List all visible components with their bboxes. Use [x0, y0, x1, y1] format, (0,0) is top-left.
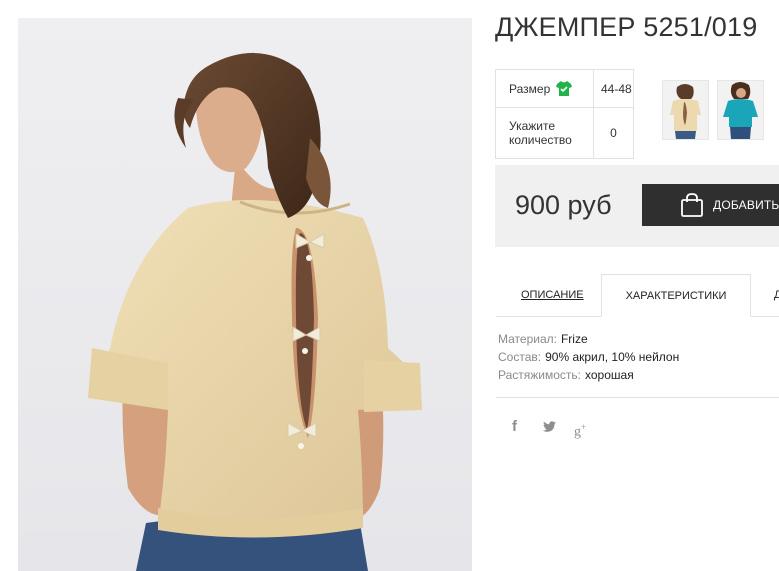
google-plus-icon[interactable]: g+: [574, 418, 590, 440]
spec-row-composition: Состав: 90% акрил, 10% нейлон: [498, 348, 679, 366]
thumbnail-back-view[interactable]: [662, 80, 709, 140]
divider: [496, 397, 779, 398]
size-label: Размер: [509, 81, 551, 96]
quantity-field[interactable]: 0: [593, 107, 634, 159]
product-main-image[interactable]: [18, 18, 472, 571]
size-chart-icon[interactable]: [556, 81, 573, 96]
product-photo-illustration: [18, 18, 472, 571]
tab-description[interactable]: ОПИСАНИЕ: [521, 274, 584, 316]
spec-key: Состав:: [498, 350, 542, 364]
spec-key: Растяжимость:: [498, 368, 582, 382]
size-label-cell: Размер: [495, 69, 594, 108]
product-price: 900 руб: [515, 190, 612, 220]
product-options-table: Размер 44-48 Укажите количество 0: [495, 69, 634, 159]
thumbnail-teal-variant[interactable]: [717, 80, 764, 140]
tab-delivery[interactable]: Д: [774, 274, 779, 316]
tab-characteristics[interactable]: ХАРАКТЕРИСТИКИ: [601, 274, 751, 317]
quantity-label: Укажите количество: [495, 107, 594, 159]
product-tabs: ОПИСАНИЕ ХАРАКТЕРИСТИКИ Д: [496, 274, 779, 317]
spec-value: 90% акрил, 10% нейлон: [545, 350, 680, 364]
twitter-icon[interactable]: [542, 418, 558, 436]
facebook-icon[interactable]: f: [512, 418, 528, 436]
characteristics-list: Материал: Frize Состав: 90% акрил, 10% ней…: [498, 330, 679, 384]
product-title: ДЖЕМПЕР 5251/019: [495, 12, 758, 42]
size-select[interactable]: 44-48: [593, 69, 634, 108]
shopping-bag-icon: [680, 192, 704, 218]
add-to-cart-label: ДОБАВИТЬ: [713, 198, 779, 212]
buy-box: 900 руб ДОБАВИТЬ: [495, 165, 779, 247]
spec-key: Материал:: [498, 332, 557, 346]
add-to-cart-button[interactable]: ДОБАВИТЬ: [642, 184, 779, 226]
spec-value: хорошая: [585, 368, 634, 382]
spec-value: Frize: [560, 332, 588, 346]
spec-row-material: Материал: Frize: [498, 330, 679, 348]
spec-row-stretch: Растяжимость: хорошая: [498, 366, 679, 384]
